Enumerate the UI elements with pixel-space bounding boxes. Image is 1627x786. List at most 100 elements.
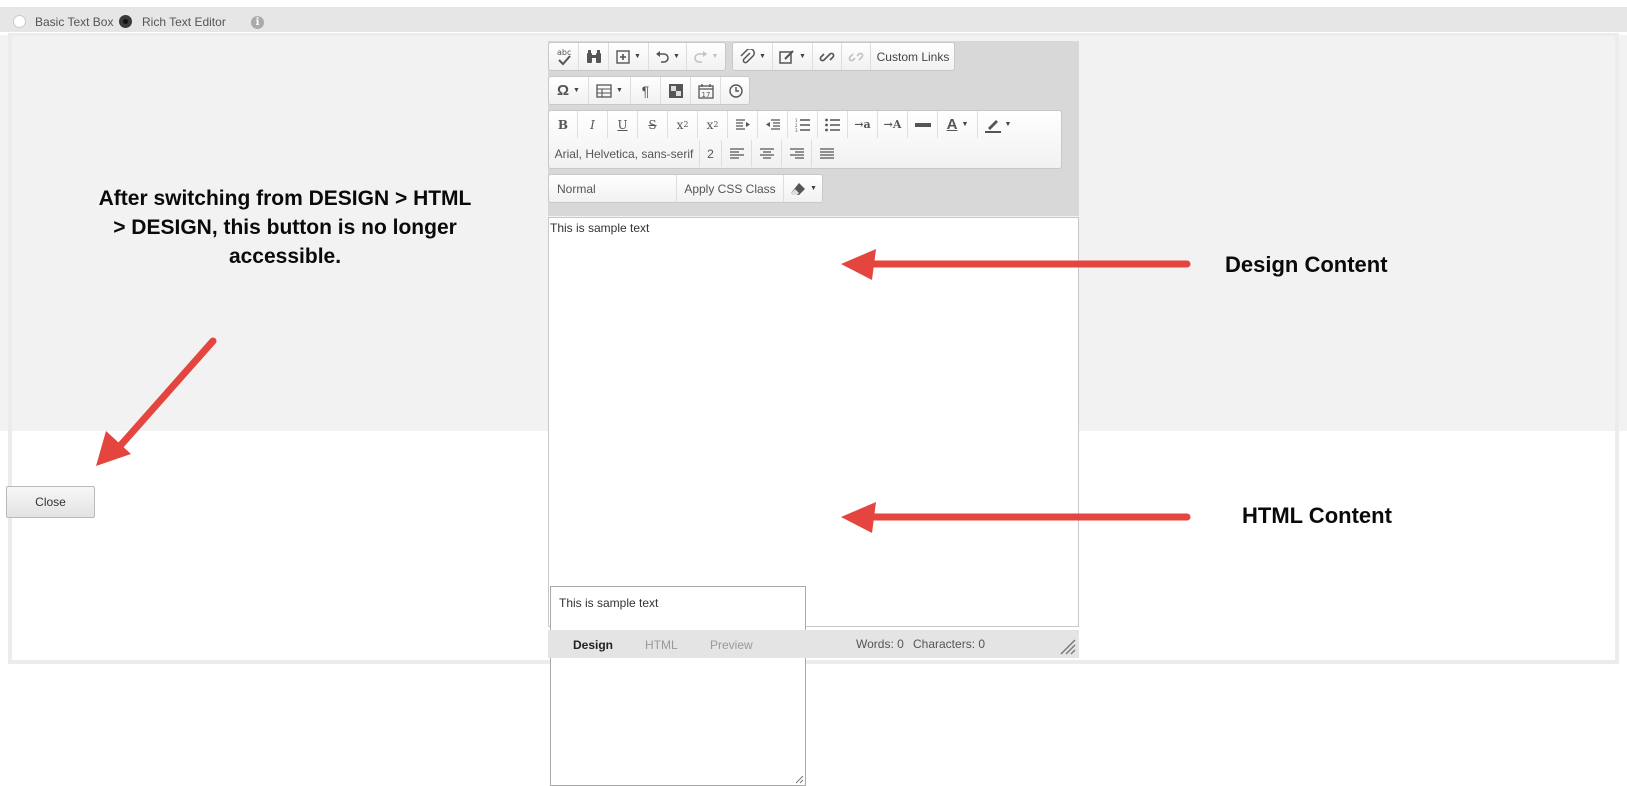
highlight-color-button[interactable]: ▼ [978,111,1018,138]
editor-mode-bar: Basic Text Box Rich Text Editor i [0,7,1627,32]
apply-css-class-select[interactable]: Apply CSS Class [677,175,784,202]
resize-grip-icon[interactable] [794,774,804,784]
annotation-design-content: Design Content [1225,252,1388,277]
undo-button[interactable]: ▼ [649,43,687,70]
clock-icon [728,83,743,98]
unlink-button[interactable] [842,43,871,70]
tab-design[interactable]: Design [573,638,613,652]
edit-icon [779,49,794,64]
design-content-text: This is sample text [550,221,650,235]
omega-icon: Ω [557,82,570,99]
table-button[interactable]: ▼ [589,77,631,104]
undo-icon [656,50,669,63]
horizontal-rule-button[interactable] [908,111,938,138]
chevron-down-icon: ▼ [799,53,806,60]
top-divider [8,33,1619,36]
justify-button[interactable] [812,140,842,167]
tab-preview[interactable]: Preview [710,638,753,652]
superscript-exponent: 2 [683,120,689,129]
paragraph-button[interactable]: ¶ [631,77,661,104]
date-button[interactable]: 17 [691,77,721,104]
block-format-select[interactable]: Normal [549,175,677,202]
clear-formatting-button[interactable]: ▼ [784,175,823,202]
spellcheck-icon: abc [557,48,571,65]
toolbar-group-format: B I U S x2 x2 123 →a →A A ▼ ▼ Arial, Hel… [548,110,1062,169]
outdent-button[interactable] [758,111,788,138]
close-button[interactable]: Close [6,486,95,518]
redo-icon [693,50,707,63]
html-content-text: This is sample text [559,596,659,610]
ordered-list-button[interactable]: 123 [788,111,818,138]
image-icon [668,83,683,98]
attach-button[interactable]: ▼ [733,43,773,70]
chevron-down-icon: ▼ [634,53,641,60]
outdent-icon [765,118,780,130]
underline-button[interactable]: U [608,111,638,138]
indent-icon [735,118,750,130]
indent-button[interactable] [728,111,758,138]
info-icon[interactable]: i [251,16,264,29]
rtl-button[interactable]: →A [878,111,908,138]
toolbar-group-edit: abc ▼ ▼ ▼ [548,42,726,71]
radio-basic-text-box[interactable] [13,15,26,28]
strikethrough-button[interactable]: S [638,111,668,138]
redo-button[interactable]: ▼ [687,43,725,70]
subscript-label: x [706,117,714,132]
toolbar-group-styles: Normal Apply CSS Class ▼ [548,174,823,203]
align-center-button[interactable] [752,140,782,167]
unlink-icon [848,52,864,61]
superscript-button[interactable]: x2 [668,111,698,138]
unordered-list-button[interactable] [818,111,848,138]
eraser-icon [791,182,806,195]
chevron-down-icon: ▼ [711,53,719,60]
image-button[interactable] [661,77,691,104]
italic-button[interactable]: I [578,111,608,138]
align-center-icon [759,147,774,159]
radio-rich-text-editor[interactable] [119,15,132,28]
edit-button[interactable]: ▼ [773,43,813,70]
binoculars-icon [586,49,601,63]
time-button[interactable] [721,77,750,104]
table-icon [596,83,612,98]
ltr-button[interactable]: →a [848,111,878,138]
insert-button[interactable]: ▼ [609,43,649,70]
align-right-button[interactable] [782,140,812,167]
subscript-button[interactable]: x2 [698,111,728,138]
radio-rich-text-editor-label[interactable]: Rich Text Editor [142,15,226,29]
design-content-area[interactable]: This is sample text This is sample text [548,217,1079,786]
editor-resize-icon[interactable] [1058,637,1076,655]
tab-html[interactable]: HTML [645,638,678,652]
html-content-textarea[interactable]: This is sample text [550,586,806,786]
rich-text-editor: abc ▼ ▼ ▼ ▼ ▼ Custom Links Ω ▼ ▼ ¶ 17 B … [548,41,1079,786]
radio-basic-text-box-label[interactable]: Basic Text Box [35,15,113,29]
link-button[interactable] [813,43,842,70]
custom-links-button[interactable]: Custom Links [871,43,955,70]
subscript-exponent: 2 [713,120,719,129]
align-left-icon [729,147,744,159]
symbol-button[interactable]: Ω ▼ [549,77,589,104]
toolbar-group-objects: Ω ▼ ▼ ¶ 17 [548,76,750,105]
svg-text:17: 17 [701,91,710,99]
left-border [8,33,12,664]
toolbar-group-insert: ▼ ▼ Custom Links [732,42,955,71]
bold-button[interactable]: B [549,111,578,138]
font-size-select[interactable]: 2 [700,140,722,167]
annotation-html-content: HTML Content [1242,503,1392,528]
bottom-divider [8,660,1619,664]
bullet-list-icon [824,118,840,131]
font-color-button[interactable]: A ▼ [938,111,978,138]
horizontal-rule-icon [914,122,931,127]
spellcheck-button[interactable]: abc [549,43,579,70]
font-family-select[interactable]: Arial, Helvetica, sans-serif [549,140,700,167]
chevron-down-icon: ▼ [810,185,817,192]
svg-text:3: 3 [795,128,798,132]
editor-status-bar: Design HTML Preview Words: 0 Characters:… [548,630,1079,658]
calendar-icon: 17 [697,83,714,99]
right-border [1615,33,1619,664]
arrowhead-close-button [96,431,131,466]
find-button[interactable] [579,43,609,70]
insert-plus-icon [616,49,630,64]
align-left-button[interactable] [722,140,752,167]
link-icon [819,52,835,61]
word-count: Words: 0 [856,637,904,651]
